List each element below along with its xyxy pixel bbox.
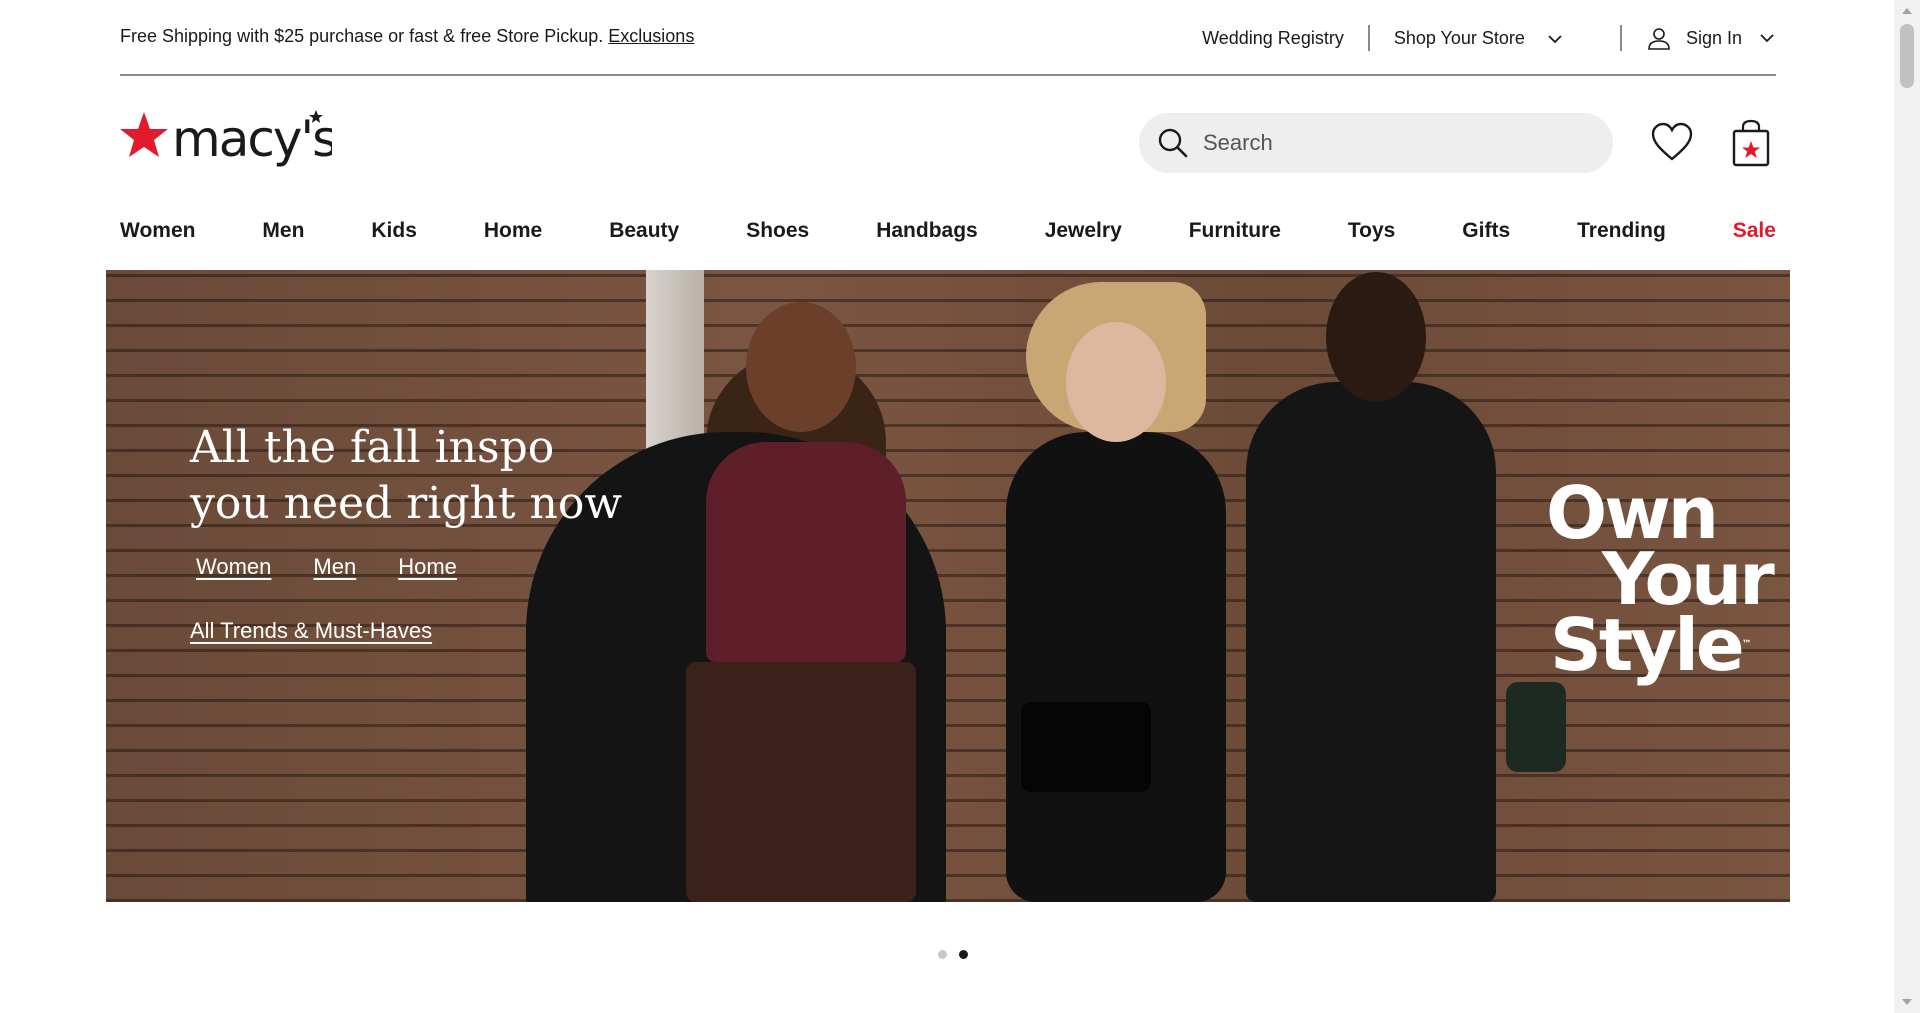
macys-logo[interactable]: macy's (120, 110, 338, 174)
chevron-down-icon (1760, 34, 1774, 43)
macys-homepage: Free Shipping with $25 purchase or fast … (0, 0, 1920, 1013)
hero-photo-model (706, 442, 906, 662)
hero-photo-model (1066, 322, 1166, 442)
hero-photo-model (1006, 432, 1226, 902)
nav-item-toys[interactable]: Toys (1348, 219, 1395, 243)
own-your-style-tagline: Own Your Style™ (1546, 477, 1775, 681)
all-trends-link[interactable]: All Trends & Must-Haves (190, 618, 432, 644)
promo-text: Free Shipping with $25 purchase or fast … (120, 26, 604, 46)
hero-link-home[interactable]: Home (398, 554, 457, 580)
scroll-up-arrow-icon[interactable] (1902, 8, 1912, 14)
exclusions-link[interactable]: Exclusions (608, 26, 694, 46)
hero-photo-model (1246, 382, 1496, 902)
divider (1619, 25, 1622, 51)
nav-item-shoes[interactable]: Shoes (746, 219, 809, 243)
shop-your-store-label: Shop Your Store (1393, 27, 1525, 48)
sign-in-label: Sign In (1685, 27, 1742, 48)
search-bar[interactable] (1139, 113, 1613, 173)
hero-headline-line: All the fall inspo (190, 422, 555, 473)
search-input[interactable] (1203, 130, 1583, 156)
nav-item-men[interactable]: Men (262, 219, 304, 243)
hero-copy: All the fall inspo you need right now Wo… (190, 420, 630, 644)
nav-item-furniture[interactable]: Furniture (1189, 219, 1281, 243)
hero-banner[interactable]: All the fall inspo you need right now Wo… (106, 270, 1790, 902)
carousel-dots (938, 950, 968, 959)
hero-headline: All the fall inspo you need right now (190, 420, 630, 532)
nav-item-home[interactable]: Home (484, 219, 542, 243)
hero-photo-model (1506, 682, 1566, 772)
utility-bar: Free Shipping with $25 purchase or fast … (120, 0, 1776, 76)
tagline-line: Style™ (1546, 609, 1772, 681)
utility-links: Wedding Registry Shop Your Store Sign In (1202, 22, 1776, 54)
hero-category-links: Women Men Home (190, 554, 630, 580)
logo-wordmark: macy's (172, 110, 332, 168)
tagline-word: Style (1550, 603, 1745, 687)
nav-item-trending[interactable]: Trending (1577, 219, 1666, 243)
nav-item-sale[interactable]: Sale (1733, 219, 1776, 243)
hero-link-men[interactable]: Men (313, 554, 356, 580)
trademark-mark: ™ (1741, 639, 1752, 650)
nav-item-gifts[interactable]: Gifts (1462, 219, 1510, 243)
sign-in-dropdown[interactable]: Sign In (1646, 25, 1776, 51)
nav-item-women[interactable]: Women (120, 219, 195, 243)
vertical-scrollbar[interactable] (1894, 0, 1920, 1013)
heart-icon[interactable] (1650, 121, 1694, 163)
shipping-promo: Free Shipping with $25 purchase or fast … (120, 26, 694, 47)
hero-photo-model (1326, 272, 1426, 402)
carousel-dot-active[interactable] (959, 950, 968, 959)
search-icon (1158, 128, 1188, 158)
shopping-bag-icon[interactable] (1732, 119, 1770, 167)
scroll-down-arrow-icon[interactable] (1902, 999, 1912, 1005)
nav-item-beauty[interactable]: Beauty (609, 219, 679, 243)
user-icon (1648, 28, 1670, 50)
carousel-dot[interactable] (938, 950, 947, 959)
main-nav: Women Men Kids Home Beauty Shoes Handbag… (120, 214, 1776, 248)
hero-link-women[interactable]: Women (196, 554, 271, 580)
hero-photo-model (1021, 702, 1151, 792)
shop-your-store-dropdown[interactable]: Shop Your Store (1394, 28, 1564, 49)
scrollbar-thumb[interactable] (1900, 24, 1914, 88)
nav-item-kids[interactable]: Kids (371, 219, 417, 243)
star-icon (120, 112, 168, 157)
nav-item-jewelry[interactable]: Jewelry (1045, 219, 1122, 243)
chevron-down-icon (1548, 35, 1562, 44)
hero-photo-model (686, 662, 916, 902)
nav-item-handbags[interactable]: Handbags (876, 219, 978, 243)
wedding-registry-link[interactable]: Wedding Registry (1202, 28, 1344, 49)
divider (1367, 25, 1370, 51)
hero-headline-line: you need right now (190, 478, 623, 529)
hero-photo-model (746, 302, 856, 432)
